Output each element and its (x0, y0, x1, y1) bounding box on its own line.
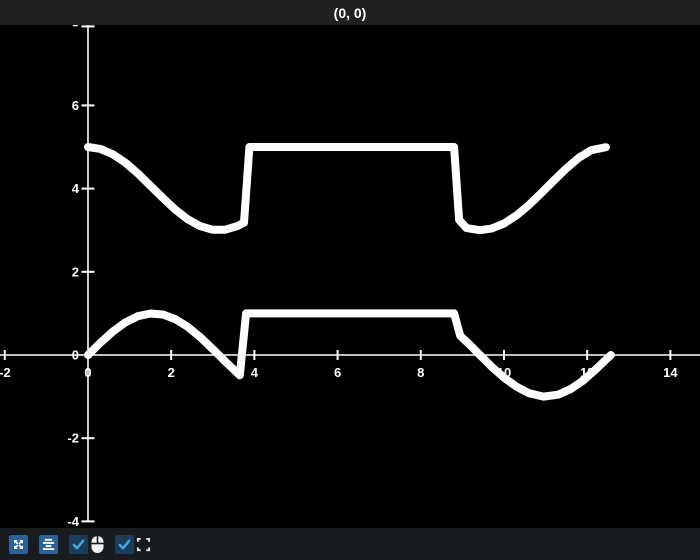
fullscreen-icon (136, 537, 151, 552)
y-tick-label: 6 (72, 98, 79, 113)
x-tick-label: 14 (663, 365, 678, 380)
coordinate-readout-bar: (0, 0) (0, 0, 700, 25)
move-tool-button[interactable] (9, 534, 28, 554)
checkbox-checked-icon (69, 534, 88, 554)
coordinate-readout-label: (0, 0) (333, 4, 367, 21)
list-lines-icon (42, 538, 55, 550)
x-tick-label: 2 (168, 365, 175, 380)
plot-toolbar (0, 528, 700, 560)
x-tick-label: 0 (84, 365, 91, 380)
upper-curve (84, 143, 610, 235)
x-tick-label: 8 (417, 365, 424, 380)
y-tick-label: -2 (67, 431, 79, 446)
move-arrows-icon (14, 539, 23, 549)
mouse-icon (90, 535, 105, 554)
y-tick-label: 2 (72, 264, 79, 279)
x-tick-label: 4 (251, 365, 259, 380)
y-tick-label: 4 (72, 181, 80, 196)
fullscreen-toggle[interactable] (115, 534, 151, 554)
checkbox-checked-icon (115, 534, 134, 554)
plot-area[interactable]: -202468101214-4-202468 (0, 25, 700, 528)
graph-window: (0, 0) -202468101214-4-202468 (0, 0, 700, 560)
list-tool-button[interactable] (39, 534, 58, 554)
x-tick-label: -2 (0, 365, 11, 380)
y-tick-label: -4 (67, 514, 79, 528)
y-tick-label: 0 (72, 347, 79, 362)
plot-canvas[interactable]: -202468101214-4-202468 (0, 25, 700, 528)
y-tick-label: 8 (72, 25, 79, 30)
x-tick-label: 6 (334, 365, 341, 380)
mouse-toggle[interactable] (69, 534, 105, 554)
